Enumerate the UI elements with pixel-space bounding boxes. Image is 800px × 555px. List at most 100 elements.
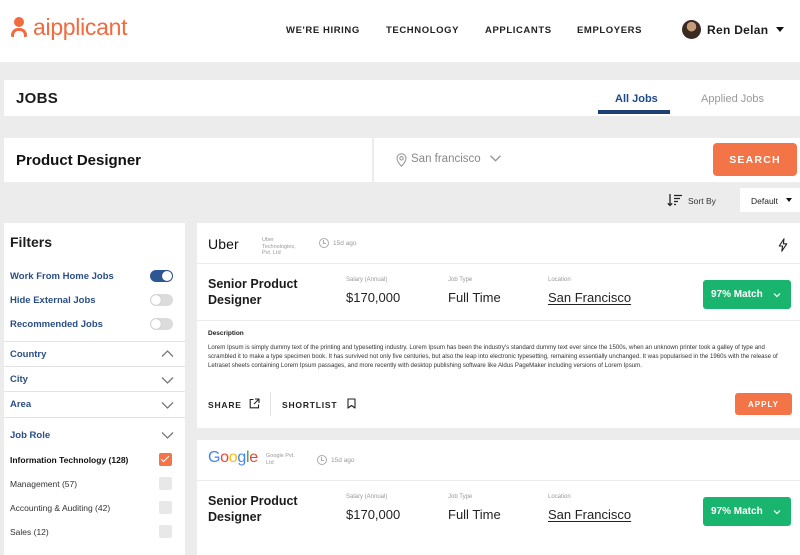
company-logo-google: Google xyxy=(208,449,258,466)
page-title: JOBS xyxy=(16,90,59,107)
caret-down-icon xyxy=(786,198,792,202)
chevron-down-icon xyxy=(773,293,781,298)
location-label: Location xyxy=(548,494,571,500)
nav-employers[interactable]: EMPLOYERS xyxy=(577,25,642,36)
description-text: Lorem Ipsum is simply dummy text of the … xyxy=(208,344,778,369)
sort-value: Default xyxy=(751,196,778,206)
sort-dropdown[interactable]: Default xyxy=(740,188,800,212)
top-navbar: aipplicant WE'RE HIRING TECHNOLOGY APPLI… xyxy=(0,0,800,62)
chevron-up-icon[interactable] xyxy=(161,349,174,359)
filter-area[interactable]: Area xyxy=(10,399,31,410)
brand-logo[interactable]: aipplicant xyxy=(10,14,128,41)
filters-title: Filters xyxy=(10,234,53,250)
job-title[interactable]: Senior Product Designer xyxy=(208,493,328,525)
match-badge[interactable]: 97% Match xyxy=(703,280,791,309)
divider xyxy=(4,366,185,367)
posted-time: 15d ago xyxy=(333,240,357,247)
match-value: 97% Match xyxy=(711,289,763,300)
salary-value: $170,000 xyxy=(346,507,401,522)
keyword-search-input[interactable]: Product Designer xyxy=(4,138,372,182)
description-label: Description xyxy=(208,330,244,337)
hide-external-toggle[interactable] xyxy=(150,294,173,306)
apply-button[interactable]: APPLY xyxy=(735,393,792,415)
avatar xyxy=(682,20,701,39)
job-type-value: Full Time xyxy=(448,507,501,522)
role-management: Management (57) xyxy=(10,479,78,489)
nav-were-hiring[interactable]: WE'RE HIRING xyxy=(286,25,360,36)
chevron-down-icon[interactable] xyxy=(161,375,174,385)
user-menu[interactable]: Ren Delan xyxy=(682,20,785,39)
role-checkbox-management[interactable] xyxy=(159,477,172,490)
divider xyxy=(4,341,185,342)
company-name: Google Pvt. Ltd xyxy=(266,453,295,466)
action-separator xyxy=(270,392,271,416)
company-name: Uber Technologies, Pvt. Ltd xyxy=(262,237,296,256)
role-accounting-auditing: Accounting & Auditing (42) xyxy=(10,503,111,513)
clock-icon xyxy=(319,238,329,248)
person-logo-icon xyxy=(10,16,28,39)
role-checkbox-information-technology[interactable] xyxy=(159,453,172,466)
job-type-value: Full Time xyxy=(448,290,501,305)
divider xyxy=(197,320,800,321)
divider xyxy=(4,417,185,418)
toggle-label-hide-external: Hide External Jobs xyxy=(10,295,96,306)
divider xyxy=(4,391,185,392)
chevron-down-icon xyxy=(773,510,781,515)
nav-applicants[interactable]: APPLICANTS xyxy=(485,25,552,36)
toggle-label-work-from-home: Work From Home Jobs xyxy=(10,271,114,282)
brand-name: aipplicant xyxy=(33,14,128,41)
job-type-label: Job Type xyxy=(448,277,473,283)
filter-city[interactable]: City xyxy=(10,374,28,385)
salary-label: Salary (Annual) xyxy=(346,277,388,283)
tab-all-jobs[interactable]: All Jobs xyxy=(615,93,658,105)
user-name: Ren Delan xyxy=(707,22,769,37)
sort-label: Sort By xyxy=(688,196,716,206)
shortlist-button[interactable]: SHORTLIST xyxy=(282,400,337,410)
divider xyxy=(197,480,800,481)
role-sales: Sales (12) xyxy=(10,527,49,537)
location-value: San francisco xyxy=(411,153,481,165)
salary-label: Salary (Annual) xyxy=(346,494,388,500)
location-label: Location xyxy=(548,277,571,283)
posted-time: 15d ago xyxy=(331,457,355,464)
active-tab-indicator xyxy=(598,110,670,114)
job-card[interactable]: Uber Uber Technologies, Pvt. Ltd 15d ago… xyxy=(197,223,800,428)
chevron-down-icon[interactable] xyxy=(161,430,174,440)
work-from-home-toggle[interactable] xyxy=(150,270,173,282)
caret-down-icon xyxy=(776,27,785,32)
job-type-label: Job Type xyxy=(448,494,473,500)
job-title[interactable]: Senior Product Designer xyxy=(208,276,328,308)
divider xyxy=(197,263,800,264)
filters-panel: Filters Work From Home Jobs Hide Externa… xyxy=(4,223,185,555)
brand-prefix: ai xyxy=(33,14,51,40)
sort-icon[interactable] xyxy=(667,193,683,207)
salary-value: $170,000 xyxy=(346,290,401,305)
bolt-icon[interactable] xyxy=(778,238,788,252)
role-information-technology: Information Technology (128) xyxy=(10,455,129,465)
match-value: 97% Match xyxy=(711,506,763,517)
role-checkbox-sales[interactable] xyxy=(159,525,172,538)
location-link[interactable]: San Francisco xyxy=(548,290,631,305)
search-query: Product Designer xyxy=(16,152,142,169)
location-link[interactable]: San Francisco xyxy=(548,507,631,522)
clock-icon xyxy=(317,455,327,465)
role-checkbox-accounting-auditing[interactable] xyxy=(159,501,172,514)
share-button[interactable]: SHARE xyxy=(208,400,242,410)
chevron-down-icon xyxy=(490,155,501,162)
jobs-header: JOBS All Jobs Applied Jobs xyxy=(4,80,800,116)
company-logo-uber: Uber xyxy=(208,236,239,252)
nav-technology[interactable]: TECHNOLOGY xyxy=(386,25,459,36)
tab-applied-jobs[interactable]: Applied Jobs xyxy=(701,93,764,105)
bookmark-icon[interactable] xyxy=(347,398,356,409)
location-pin-icon xyxy=(396,153,407,167)
search-button[interactable]: SEARCH xyxy=(713,143,797,176)
recommended-toggle[interactable] xyxy=(150,318,173,330)
share-icon[interactable] xyxy=(249,398,260,409)
toggle-label-recommended: Recommended Jobs xyxy=(10,319,103,330)
filter-country[interactable]: Country xyxy=(10,349,46,360)
job-card[interactable]: Google Google Pvt. Ltd 15d ago Senior Pr… xyxy=(197,440,800,555)
brand-rest: pplicant xyxy=(50,14,128,40)
filter-job-role[interactable]: Job Role xyxy=(10,430,50,441)
chevron-down-icon[interactable] xyxy=(161,400,174,410)
match-badge[interactable]: 97% Match xyxy=(703,497,791,526)
